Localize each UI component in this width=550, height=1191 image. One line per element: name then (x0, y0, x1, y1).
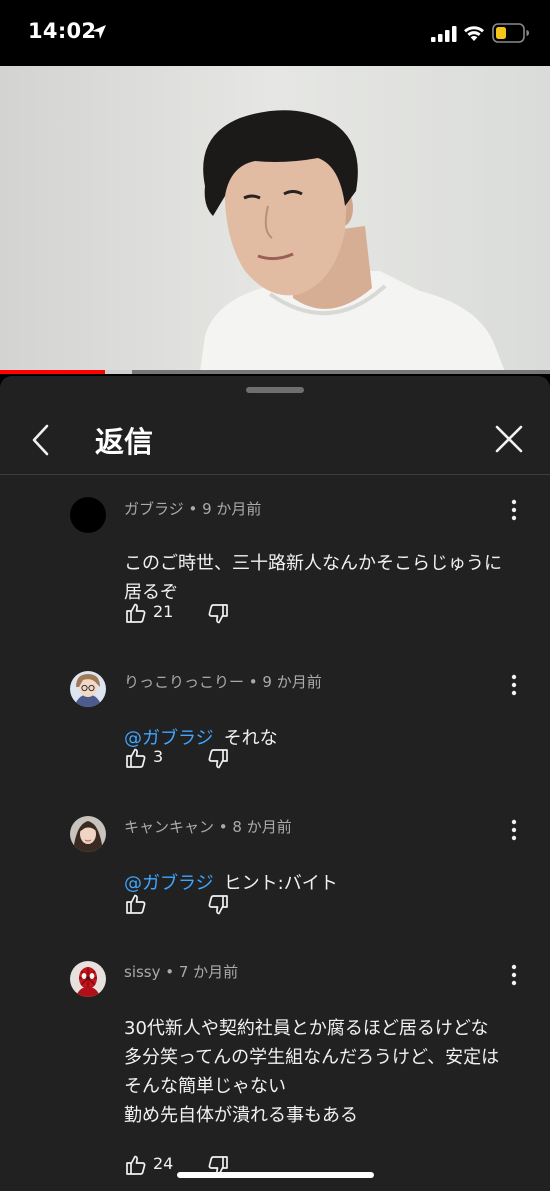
cellular-signal-icon (431, 26, 457, 46)
close-button[interactable] (488, 418, 530, 460)
avatar[interactable] (70, 671, 106, 707)
status-time: 14:02 (28, 19, 97, 43)
thumbs-down-icon (208, 895, 228, 915)
avatar-image (70, 671, 106, 707)
avatar[interactable] (70, 961, 106, 997)
video-player[interactable] (0, 66, 550, 372)
video-progress-fill (0, 370, 105, 374)
home-indicator[interactable] (177, 1172, 374, 1178)
like-button[interactable] (124, 601, 148, 625)
comment-actions: 21 (124, 601, 324, 625)
like-count: 21 (153, 602, 174, 621)
comment-meta: sissy • 7 か月前 (124, 963, 239, 981)
comment-actions (124, 892, 324, 916)
panel-header: 返信 (0, 406, 550, 475)
status-bar: 14:02 (0, 0, 550, 66)
drag-handle[interactable] (246, 387, 304, 393)
thumbs-up-icon (126, 1155, 146, 1175)
location-arrow-icon (91, 24, 107, 44)
avatar[interactable] (70, 497, 106, 533)
like-count: 3 (153, 747, 164, 766)
replies-panel: 返信 ガブラジ • 9 か月前 このご時世、三十路新人なんかそこらじゅうに居るぞ… (0, 376, 550, 1191)
like-count: 24 (153, 1154, 174, 1173)
comment-meta: りっこりっこりー • 9 か月前 (124, 673, 322, 691)
avatar-image (70, 816, 106, 852)
comment-actions: 3 (124, 746, 324, 770)
back-button[interactable] (22, 420, 62, 460)
dislike-button[interactable] (206, 602, 230, 626)
comment-text-content: 30代新人や契約社員とか腐るほど居るけどな 多分笑ってんの学生組なんだろうけど、… (124, 1018, 500, 1126)
thumbs-up-icon (126, 894, 146, 914)
video-progress-bar[interactable] (0, 370, 550, 374)
avatar[interactable] (70, 816, 106, 852)
dislike-button[interactable] (206, 747, 230, 771)
dislike-button[interactable] (206, 893, 230, 917)
comment-text: @ガブラジ それな (124, 695, 514, 753)
comment-text-content: このご時世、三十路新人なんかそこらじゅうに居るぞ (124, 553, 502, 603)
thumbs-down-icon (208, 749, 228, 769)
thumbs-up-icon (126, 603, 146, 623)
comment-text: @ガブラジ ヒント:バイト (124, 840, 514, 898)
wifi-icon (462, 23, 486, 46)
avatar-image (70, 961, 106, 997)
mention-link[interactable]: @ガブラジ (124, 873, 214, 894)
like-button[interactable] (124, 1153, 148, 1177)
panel-title: 返信 (95, 425, 154, 459)
video-buffer-bar (104, 370, 132, 374)
chevron-left-icon (32, 424, 49, 456)
close-icon (495, 425, 523, 453)
battery-icon (492, 23, 530, 47)
comment-text: このご時世、三十路新人なんかそこらじゅうに居るぞ (124, 520, 514, 607)
video-frame (0, 66, 550, 372)
thumbs-up-icon (126, 748, 146, 768)
like-button[interactable] (124, 892, 148, 916)
like-button[interactable] (124, 746, 148, 770)
thumbs-down-icon (208, 604, 228, 624)
comment-text-content: ヒント:バイト (223, 873, 338, 894)
comment-meta: キャンキャン • 8 か月前 (124, 818, 292, 836)
comment-text: 30代新人や契約社員とか腐るほど居るけどな 多分笑ってんの学生組なんだろうけど、… (124, 985, 514, 1130)
comment-meta: ガブラジ • 9 か月前 (124, 500, 262, 518)
